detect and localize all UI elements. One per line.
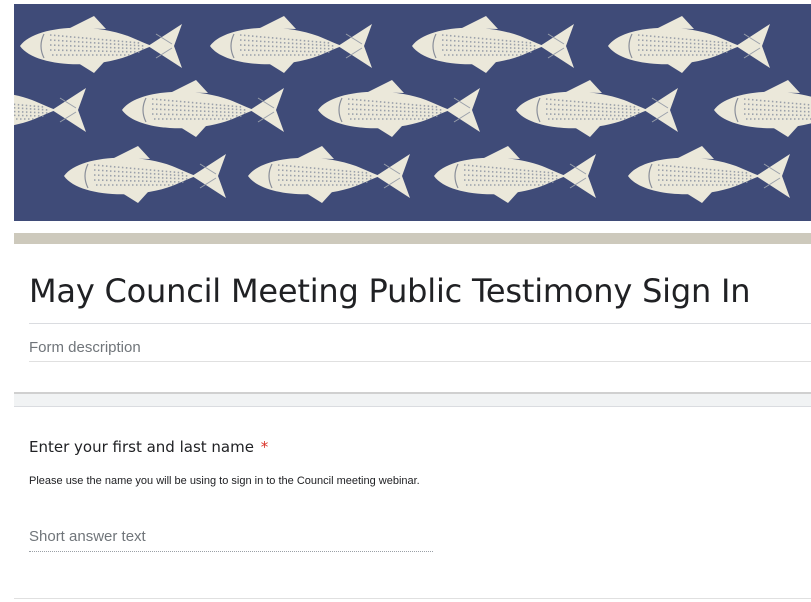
description-underline: [29, 361, 811, 362]
question-card-bottom-border: [14, 598, 811, 599]
fish-pattern: [14, 15, 811, 204]
question-title[interactable]: Enter your first and last name *: [29, 438, 268, 456]
title-underline: [29, 323, 811, 324]
section-gap: [14, 394, 811, 406]
form-title[interactable]: May Council Meeting Public Testimony Sig…: [29, 272, 751, 310]
header-banner-image: [14, 4, 811, 221]
short-answer-field[interactable]: Short answer text: [29, 528, 429, 545]
form-description-field[interactable]: Form description: [29, 339, 141, 356]
question-title-text: Enter your first and last name: [29, 438, 254, 456]
short-answer-underline: [29, 551, 433, 552]
question-card-top-border: [14, 406, 811, 407]
header-accent-strip: [14, 233, 811, 244]
question-description[interactable]: Please use the name you will be using to…: [29, 475, 420, 487]
required-indicator: *: [260, 438, 269, 456]
